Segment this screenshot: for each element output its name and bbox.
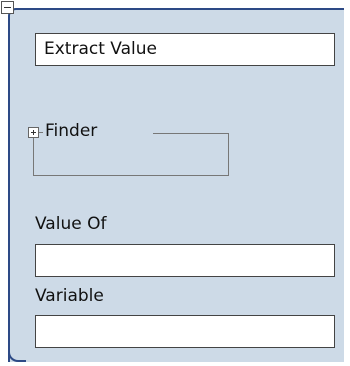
value-of-label: Value Of — [35, 214, 107, 234]
value-of-input[interactable] — [35, 244, 335, 277]
panel-bottom-border — [8, 336, 26, 362]
variable-input[interactable] — [35, 315, 335, 348]
expand-plus-icon[interactable] — [28, 127, 39, 138]
step-title-field[interactable]: Extract Value — [35, 33, 335, 66]
finder-group-label: Finder — [38, 120, 104, 142]
finder-group-top-border — [153, 133, 229, 134]
variable-label: Variable — [35, 286, 104, 306]
extract-value-step: Extract Value Finder Value Of Variable — [0, 0, 350, 366]
collapse-minus-icon[interactable] — [1, 1, 14, 14]
